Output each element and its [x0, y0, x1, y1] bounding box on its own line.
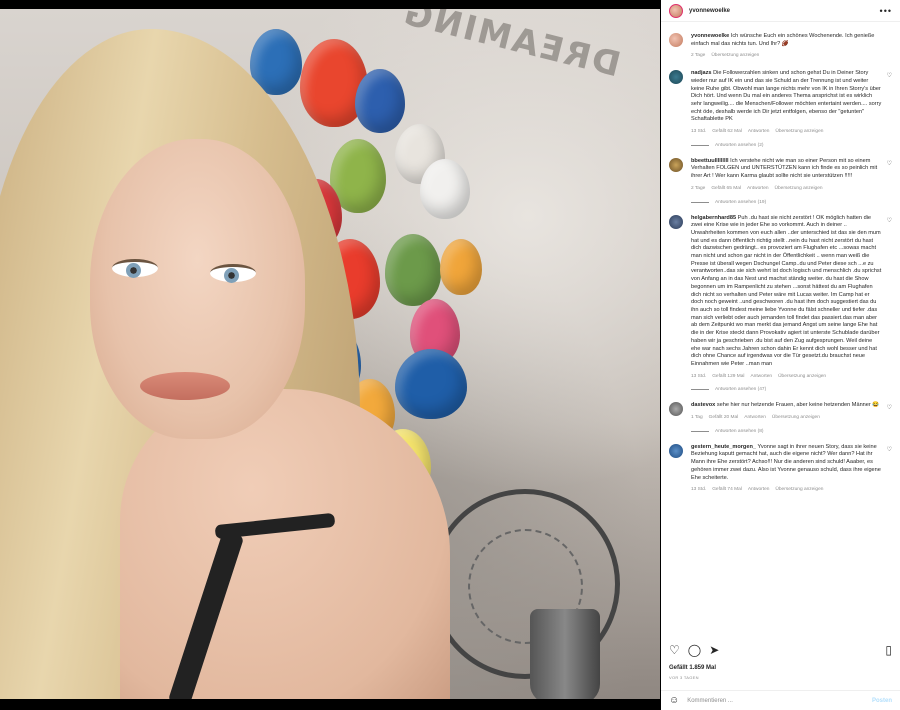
heart-icon[interactable]: ♡: [887, 72, 892, 136]
avatar[interactable]: [669, 157, 683, 172]
view-replies[interactable]: Antworten ansehen (2): [691, 143, 892, 148]
heart-icon[interactable]: ♡: [887, 217, 892, 381]
balloon: [395, 349, 467, 419]
avatar[interactable]: [669, 443, 683, 458]
bookmark-icon[interactable]: ▯: [885, 643, 892, 657]
add-comment-bar: ☺ Kommentieren ... Posten: [661, 690, 900, 710]
view-replies[interactable]: Antworten ansehen (47): [691, 387, 892, 392]
comment-username[interactable]: helgabernhard85: [691, 215, 736, 221]
comment: bbeettuulllllllll Ich verstehe nicht wie…: [669, 157, 892, 193]
comment-time: 13 Std.: [691, 373, 707, 379]
view-replies[interactable]: Antworten ansehen (19): [691, 200, 892, 205]
translate-link[interactable]: Übersetzung anzeigen: [778, 373, 826, 381]
comments-list[interactable]: yvonnewoelke Ich wünsche Euch ein schöne…: [661, 23, 900, 635]
comment-time: 1 Tag: [691, 415, 703, 421]
post-side-panel: yvonnewoelke ••• yvonnewoelke Ich wünsch…: [661, 0, 900, 710]
comment-likes[interactable]: Gefällt 65 Mal: [711, 185, 741, 193]
post-button[interactable]: Posten: [872, 698, 892, 704]
emoji-icon[interactable]: ☺: [669, 695, 679, 706]
caption: yvonnewoelke Ich wünsche Euch ein schöne…: [669, 33, 892, 60]
post-username[interactable]: yvonnewoelke: [689, 8, 880, 14]
reply-button[interactable]: Antworten: [744, 414, 766, 422]
heart-icon[interactable]: ♡: [887, 446, 892, 494]
heart-icon[interactable]: ♡: [887, 160, 892, 193]
post-actions: ♡ ◯ ➤ ▯: [669, 643, 892, 657]
instagram-post-view: DREAMING yvonnewoelke ••• yvonnewoelke I…: [0, 0, 900, 710]
post-header: yvonnewoelke •••: [661, 0, 900, 22]
avatar[interactable]: [669, 3, 683, 18]
view-replies[interactable]: Antworten ansehen (8): [691, 429, 892, 434]
comment-likes[interactable]: Gefällt 74 Mal: [712, 486, 742, 494]
comment-username[interactable]: yvonnewoelke: [691, 33, 729, 39]
heart-icon[interactable]: ♡: [887, 404, 892, 421]
reply-button[interactable]: Antworten: [748, 486, 770, 494]
heart-icon[interactable]: ♡: [669, 643, 680, 657]
balloon: [385, 234, 441, 306]
post-age: VOR 3 TAGEN: [669, 675, 699, 680]
comment: dastevox sehe hier nur hetzende Frauen, …: [669, 402, 892, 421]
comment-input[interactable]: Kommentieren ...: [687, 698, 733, 704]
reply-button[interactable]: Antworten: [750, 373, 772, 381]
share-icon[interactable]: ➤: [709, 643, 719, 657]
comment-time: 13 Std.: [691, 129, 707, 135]
comment-time: 2 Tage: [691, 53, 706, 59]
translate-link[interactable]: Übersetzung anzeigen: [775, 185, 823, 193]
comment-text: sehe hier nur hetzende Frauen, aber kein…: [716, 402, 880, 409]
comment-likes[interactable]: Gefällt 62 Mal: [712, 128, 742, 136]
comment: helgabernhard85 Puh .du hast sie nicht z…: [669, 214, 892, 381]
avatar[interactable]: [669, 33, 683, 47]
reply-button[interactable]: Antworten: [748, 128, 770, 136]
right-eye: [210, 264, 256, 283]
comment-username[interactable]: gestern_heute_morgen_: [691, 444, 756, 450]
comment-likes[interactable]: Gefällt 20 Mal: [709, 414, 739, 422]
comment-icon[interactable]: ◯: [688, 643, 701, 657]
translate-link[interactable]: Übersetzung anzeigen: [711, 52, 759, 60]
avatar[interactable]: [669, 402, 683, 417]
likes-count[interactable]: Gefällt 1.859 Mal: [669, 665, 716, 671]
vase: [530, 609, 600, 699]
comment: gestern_heute_morgen_ Yvonne sagt in ihr…: [669, 443, 892, 494]
comment-text: Puh .du hast sie nicht zerstört ! OK mög…: [691, 214, 882, 367]
balloon: [420, 159, 470, 219]
lips: [140, 372, 230, 400]
avatar[interactable]: [669, 214, 683, 229]
comment: nadjazs Die Followerzahlen sinken und sc…: [669, 70, 892, 136]
reply-button[interactable]: Antworten: [747, 185, 769, 193]
post-photo[interactable]: DREAMING: [0, 9, 660, 699]
comment-text: Die Followerzahlen sinken und schon gehs…: [691, 70, 882, 123]
comment-time: 13 Std.: [691, 487, 707, 493]
more-horizontal-icon[interactable]: •••: [880, 6, 892, 16]
balloon: [355, 69, 405, 133]
comment-likes[interactable]: Gefällt 129 Mal: [712, 373, 744, 381]
comment-time: 2 Tage: [691, 185, 706, 191]
translate-link[interactable]: Übersetzung anzeigen: [772, 414, 820, 422]
translate-link[interactable]: Übersetzung anzeigen: [775, 486, 823, 494]
translate-link[interactable]: Übersetzung anzeigen: [775, 128, 823, 136]
left-eye: [112, 259, 158, 278]
comment-username[interactable]: bbeettuulllllllll: [691, 158, 729, 164]
comment-username[interactable]: nadjazs: [691, 70, 712, 76]
balloon: [440, 239, 482, 295]
avatar[interactable]: [669, 70, 683, 85]
comment-username[interactable]: dastevox: [691, 402, 715, 408]
